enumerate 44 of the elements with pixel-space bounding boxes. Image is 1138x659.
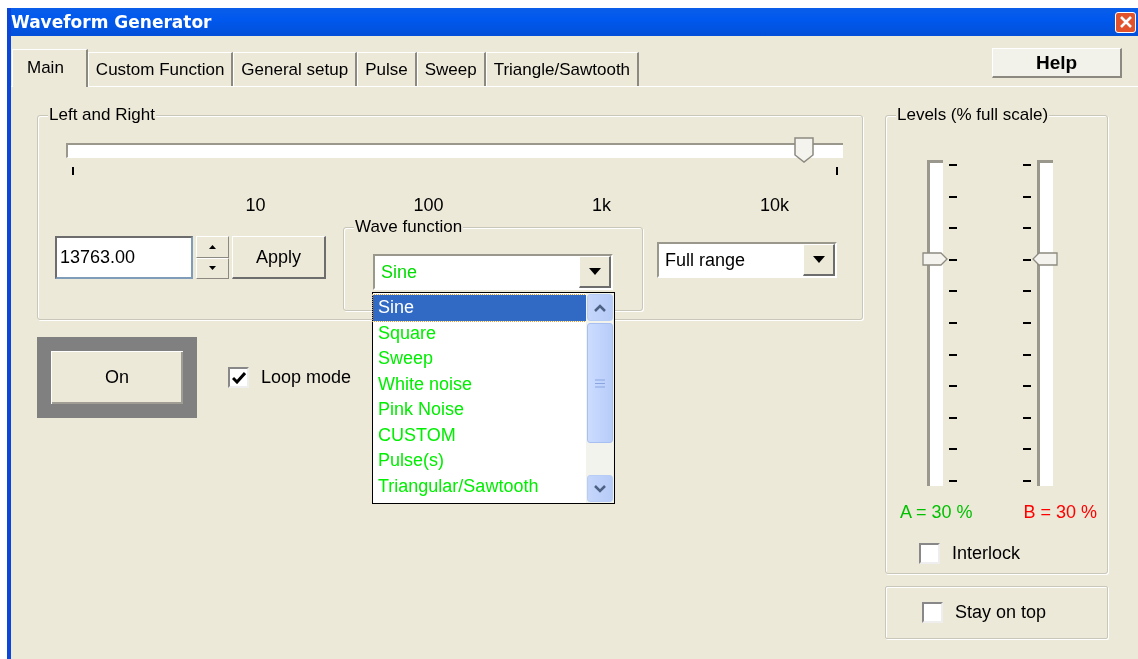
tab[interactable]: Main <box>12 49 88 87</box>
frequency-field[interactable]: 13763.00 <box>55 236 193 279</box>
slider-thumb[interactable] <box>794 137 815 163</box>
window-title: Waveform Generator <box>11 12 212 32</box>
caret-icon <box>588 268 601 275</box>
checkbox-label: Interlock <box>952 543 1021 564</box>
dropdown-button[interactable] <box>579 256 611 288</box>
scroll-down-button[interactable] <box>587 475 613 502</box>
chevron-up-icon <box>594 303 606 312</box>
group-title: Levels (% full scale) <box>896 105 1050 125</box>
group-title: Left and Right <box>48 105 156 125</box>
scroll-thumb[interactable] <box>587 323 613 443</box>
close-icon <box>1119 16 1132 28</box>
up-arrow-icon <box>209 244 216 249</box>
spin-up-button[interactable] <box>196 236 229 258</box>
tab[interactable]: Custom Function <box>87 52 234 86</box>
checkbox[interactable] <box>922 602 943 623</box>
help-button[interactable]: Help <box>992 48 1122 78</box>
checkbox[interactable] <box>228 367 249 388</box>
caret-icon <box>812 256 825 263</box>
tab[interactable]: Sweep <box>416 52 486 86</box>
on-button[interactable]: On <box>37 337 197 418</box>
tab[interactable]: General setup <box>233 52 358 86</box>
close-button[interactable] <box>1115 11 1136 33</box>
dropdown-button[interactable] <box>803 244 835 276</box>
scrollbar[interactable] <box>586 293 614 503</box>
scroll-up-button[interactable] <box>587 294 613 321</box>
checkbox[interactable] <box>919 543 940 564</box>
spin-down-button[interactable] <box>196 257 229 279</box>
down-arrow-icon <box>209 266 216 271</box>
scale-label: 1k <box>591 195 612 216</box>
checkbox-label: Stay on top <box>955 602 1047 623</box>
dropdown-option[interactable]: Sine <box>373 295 586 321</box>
tab[interactable]: Pulse <box>357 52 417 86</box>
apply-button[interactable]: Apply <box>232 236 326 279</box>
scale-label: 10k <box>759 195 790 216</box>
level-reading: B = 30 % <box>1023 502 1097 523</box>
scale-label: 10 <box>244 195 267 216</box>
level-reading: A = 30 % <box>900 502 973 523</box>
tab[interactable]: Triangle/Sawtooth <box>485 52 640 86</box>
scale-label: 100 <box>412 195 445 216</box>
range-dropdown[interactable]: Full range <box>657 242 837 278</box>
chevron-down-icon <box>594 484 606 493</box>
checkbox-label: Loop mode <box>261 367 352 388</box>
